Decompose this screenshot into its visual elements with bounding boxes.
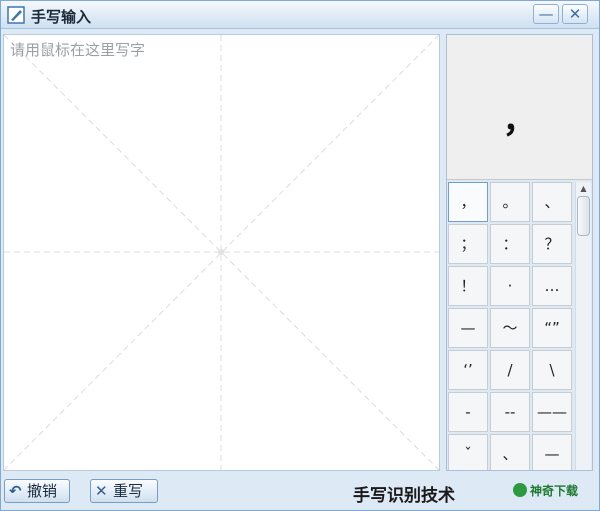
rewrite-button[interactable]: ✕ 重写	[90, 479, 158, 503]
candidate-cell[interactable]: “”	[532, 308, 572, 348]
candidate-cell[interactable]: \	[532, 350, 572, 390]
clear-x-icon: ✕	[95, 482, 108, 500]
candidate-grid: ， 。 、 ； ： ？ ！ · … — ～ “” ‘’ / \ - -- —— …	[448, 182, 574, 470]
candidate-cell[interactable]: ～	[490, 308, 530, 348]
undo-arrow-icon: ↶	[9, 482, 22, 500]
handwriting-window: 手写输入 — ✕ 请用鼠标在这里写字 ， ， 。 、 ； ： ？ ！ · … —…	[0, 0, 600, 511]
candidate-cell[interactable]: …	[532, 266, 572, 306]
brand-label: 神奇下载	[530, 484, 579, 498]
canvas-hint: 请用鼠标在这里写字	[10, 41, 146, 59]
candidate-cell[interactable]: ！	[448, 266, 488, 306]
undo-label: 撤销	[27, 482, 58, 500]
brand-watermark: 神奇下载	[513, 482, 578, 499]
recognition-preview: ，	[447, 35, 592, 180]
candidate-cell[interactable]: /	[490, 350, 530, 390]
brand-logo-icon	[513, 483, 527, 497]
canvas-guide-lines	[4, 35, 439, 470]
candidate-cell[interactable]: ；	[448, 224, 488, 264]
candidate-cell[interactable]: 、	[532, 182, 572, 222]
scroll-thumb[interactable]	[577, 196, 590, 236]
candidate-cell[interactable]: ：	[490, 224, 530, 264]
candidate-cell[interactable]: —	[532, 434, 572, 470]
candidate-panel: ， ， 。 、 ； ： ？ ！ · … — ～ “” ‘’ / \ - -- —…	[446, 34, 593, 471]
candidate-cell[interactable]: -	[448, 392, 488, 432]
handwriting-canvas[interactable]: 请用鼠标在这里写字	[3, 34, 440, 471]
candidate-cell[interactable]: 、	[490, 434, 530, 470]
rewrite-label: 重写	[113, 482, 144, 500]
preview-character: ，	[502, 101, 537, 141]
undo-button[interactable]: ↶ 撤销	[4, 479, 70, 503]
candidate-scrollbar[interactable]: ▲	[575, 182, 591, 470]
candidate-cell[interactable]: ˇ	[448, 434, 488, 470]
minimize-button[interactable]: —	[533, 4, 559, 24]
candidate-cell[interactable]: ——	[532, 392, 572, 432]
bottom-toolbar: ↶ 撤销 ✕ 重写 手写识别技术 神奇下载	[1, 473, 599, 510]
close-button[interactable]: ✕	[562, 4, 588, 24]
candidate-cell[interactable]: —	[448, 308, 488, 348]
candidate-cell[interactable]: ·	[490, 266, 530, 306]
candidate-cell[interactable]: ‘’	[448, 350, 488, 390]
candidate-cell[interactable]: ，	[448, 182, 488, 222]
scroll-up-arrow-icon[interactable]: ▲	[576, 182, 591, 196]
pencil-note-icon	[7, 6, 25, 24]
recognition-tech-label: 手写识别技术	[353, 486, 455, 506]
title-bar[interactable]: 手写输入 — ✕	[1, 1, 599, 29]
window-title: 手写输入	[31, 8, 92, 26]
candidate-cell[interactable]: ？	[532, 224, 572, 264]
candidate-cell[interactable]: 。	[490, 182, 530, 222]
candidate-cell[interactable]: --	[490, 392, 530, 432]
